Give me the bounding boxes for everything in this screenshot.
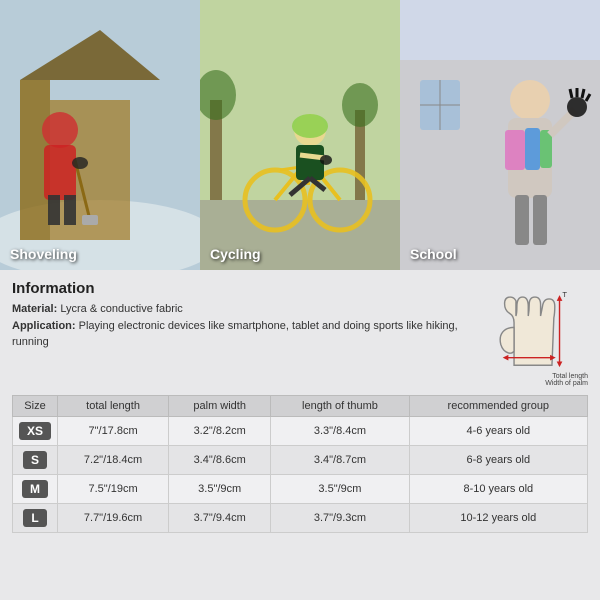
size-badge: XS: [19, 422, 51, 440]
photo-school-label: School: [410, 246, 457, 262]
total-length-cell: 7.7"/19.6cm: [58, 504, 169, 533]
recommended-cell: 4-6 years old: [409, 417, 587, 446]
photo-school: School: [400, 0, 600, 270]
info-material: Material: Lycra & conductive fabric: [12, 301, 468, 318]
info-title: Information: [12, 280, 468, 297]
size-table: Size total length palm width length of t…: [12, 395, 588, 533]
recommended-cell: 8-10 years old: [409, 475, 587, 504]
recommended-cell: 6-8 years old: [409, 446, 587, 475]
material-label: Material:: [12, 303, 57, 315]
palm-width-cell: 3.5"/9cm: [169, 475, 271, 504]
table-row: L 7.7"/19.6cm3.7"/9.4cm3.7"/9.3cm10-12 ye…: [13, 504, 588, 533]
total-length-cell: 7.2"/18.4cm: [58, 446, 169, 475]
info-application: Application: Playing electronic devices …: [12, 318, 468, 351]
length-thumb-cell: 3.3"/8.4cm: [271, 417, 409, 446]
info-top: Information Material: Lycra & conductive…: [12, 280, 588, 387]
size-cell: S: [13, 446, 58, 475]
material-value: Lycra & conductive fabric: [60, 303, 182, 315]
svg-text:T: T: [562, 290, 567, 299]
size-cell: L: [13, 504, 58, 533]
width-palm-label: Width of palm: [478, 380, 588, 387]
header-size: Size: [13, 396, 58, 417]
photos-section: Shoveling: [0, 0, 600, 270]
header-recommended: recommended group: [409, 396, 587, 417]
header-total-length: total length: [58, 396, 169, 417]
info-section: Information Material: Lycra & conductive…: [0, 270, 600, 600]
info-text: Information Material: Lycra & conductive…: [12, 280, 468, 387]
glove-svg: T: [478, 280, 588, 370]
photo-shoveling: Shoveling: [0, 0, 200, 270]
size-badge: L: [23, 509, 46, 527]
header-palm-width: palm width: [169, 396, 271, 417]
photo-shoveling-label: Shoveling: [10, 246, 77, 262]
palm-width-cell: 3.7"/9.4cm: [169, 504, 271, 533]
table-header-row: Size total length palm width length of t…: [13, 396, 588, 417]
application-value: Playing electronic devices like smartpho…: [12, 320, 458, 349]
photo-cycling-label: Cycling: [210, 246, 261, 262]
glove-diagram: T Total length Width of palm: [478, 280, 588, 387]
application-label: Application:: [12, 320, 76, 332]
recommended-cell: 10-12 years old: [409, 504, 587, 533]
header-length-thumb: length of thumb: [271, 396, 409, 417]
total-length-cell: 7.5"/19cm: [58, 475, 169, 504]
palm-width-cell: 3.2"/8.2cm: [169, 417, 271, 446]
palm-width-cell: 3.4"/8.6cm: [169, 446, 271, 475]
table-row: M7.5"/19cm3.5"/9cm3.5"/9cm8-10 years old: [13, 475, 588, 504]
size-cell: XS: [13, 417, 58, 446]
size-badge: S: [23, 451, 47, 469]
size-badge: M: [22, 480, 48, 498]
table-row: XS 7"/17.8cm3.2"/8.2cm3.3"/8.4cm4-6 years…: [13, 417, 588, 446]
total-length-label: Total length: [478, 373, 588, 380]
table-row: S 7.2"/18.4cm3.4"/8.6cm3.4"/8.7cm6-8 year…: [13, 446, 588, 475]
length-thumb-cell: 3.5"/9cm: [271, 475, 409, 504]
length-thumb-cell: 3.4"/8.7cm: [271, 446, 409, 475]
size-cell: M: [13, 475, 58, 504]
total-length-cell: 7"/17.8cm: [58, 417, 169, 446]
length-thumb-cell: 3.7"/9.3cm: [271, 504, 409, 533]
photo-cycling: Cycling: [200, 0, 400, 270]
